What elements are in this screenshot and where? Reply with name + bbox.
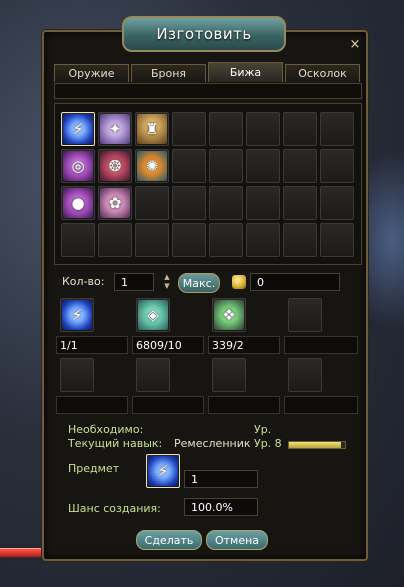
skill-progress-fill [289, 442, 341, 448]
spin-down-icon[interactable]: ▼ [162, 282, 172, 291]
recipe-slot[interactable] [320, 149, 354, 183]
recipe-slot[interactable] [209, 149, 243, 183]
material-count: 339/2 [208, 336, 280, 354]
material-count [284, 336, 358, 354]
recipe-slot[interactable]: ♜ [135, 112, 169, 146]
max-button[interactable]: Макс. [178, 273, 220, 293]
subcategory-strip [54, 83, 362, 99]
recipe-slot[interactable] [246, 186, 280, 220]
category-tabs: Оружие Броня Бижа Осколок [54, 62, 360, 82]
material-count: 6809/10 [132, 336, 204, 354]
recipe-grid: ⚡ ✦ ♜ ◎ ❂ ✺ ● ✿ [61, 112, 354, 257]
tab-jewelry[interactable]: Бижа [208, 62, 283, 82]
recipe-slot[interactable] [320, 223, 354, 257]
gold-coins-icon [232, 275, 246, 289]
chance-value: 100.0% [184, 498, 258, 516]
chance-label: Шанс создания: [68, 502, 161, 515]
lavender-necklace-icon: ✦ [100, 114, 130, 144]
recipe-slot[interactable] [209, 186, 243, 220]
quantity-stepper[interactable]: ▲ ▼ [162, 273, 172, 291]
tab-shard[interactable]: Осколок [285, 64, 360, 82]
orange-amulet-icon: ✺ [137, 151, 167, 181]
recipe-slot[interactable] [61, 223, 95, 257]
recipe-grid-panel: ⚡ ✦ ♜ ◎ ❂ ✺ ● ✿ [54, 103, 362, 265]
required-label: Необходимо: [68, 423, 144, 436]
material-count [56, 396, 128, 414]
quantity-row: Кол-во: 1 ▲ ▼ Макс. 0 [54, 268, 360, 298]
material-slot[interactable] [136, 358, 170, 392]
tab-weapon[interactable]: Оружие [54, 64, 129, 82]
close-icon[interactable]: × [348, 38, 362, 52]
recipe-slot[interactable] [283, 223, 317, 257]
gold-cost-field: 0 [250, 273, 340, 291]
recipe-slot[interactable] [172, 149, 206, 183]
tab-armor[interactable]: Броня [131, 64, 206, 82]
recipe-slot[interactable] [98, 223, 132, 257]
gold-pedestal-icon: ♜ [137, 114, 167, 144]
result-item-slot[interactable]: ⚡ [146, 454, 180, 488]
recipe-slot[interactable]: ⚡ [61, 112, 95, 146]
spin-up-icon[interactable]: ▲ [162, 273, 172, 282]
material-slot[interactable] [60, 358, 94, 392]
recipe-slot[interactable] [283, 112, 317, 146]
recipe-slot[interactable] [283, 186, 317, 220]
recipe-slot[interactable] [283, 149, 317, 183]
skill-name: Ремесленник [174, 437, 251, 450]
material-slot[interactable] [288, 358, 322, 392]
window-title: Изготовить [122, 16, 286, 52]
recipe-slot[interactable]: ● [61, 186, 95, 220]
blue-lightning-icon: ⚡ [63, 114, 93, 144]
blue-lightning-icon: ⚡ [148, 456, 178, 486]
recipe-slot[interactable]: ❂ [98, 149, 132, 183]
result-qty-field: 1 [184, 470, 258, 488]
materials-count-row-2 [54, 396, 360, 416]
action-buttons: Сделать Отмена [54, 527, 360, 551]
quantity-input[interactable]: 1 [114, 273, 154, 291]
material-slot[interactable]: ◈ [136, 298, 170, 332]
current-skill-label: Текущий навык: [68, 437, 163, 450]
recipe-slot[interactable] [172, 186, 206, 220]
recipe-slot[interactable] [246, 223, 280, 257]
recipe-slot[interactable]: ◎ [61, 149, 95, 183]
materials-row-2 [54, 358, 360, 396]
recipe-slot[interactable] [320, 186, 354, 220]
material-count [208, 396, 280, 414]
item-label: Предмет [68, 462, 120, 475]
purple-orb-icon: ● [63, 188, 93, 218]
recipe-slot[interactable]: ✦ [98, 112, 132, 146]
red-ring-icon: ❂ [100, 151, 130, 181]
recipe-slot[interactable] [172, 223, 206, 257]
material-slot[interactable] [212, 358, 246, 392]
materials-count-row: 1/1 6809/10 339/2 [54, 336, 360, 356]
recipe-slot[interactable]: ✺ [135, 149, 169, 183]
material-slot[interactable]: ⚡ [60, 298, 94, 332]
cancel-button[interactable]: Отмена [206, 530, 268, 550]
green-gem-icon: ❖ [214, 300, 244, 330]
quantity-label: Кол-во: [62, 275, 105, 288]
blue-lightning-icon: ⚡ [62, 300, 92, 330]
material-slot[interactable] [288, 298, 322, 332]
recipe-slot[interactable]: ✿ [98, 186, 132, 220]
pink-bracelet-icon: ✿ [100, 188, 130, 218]
recipe-slot[interactable] [246, 112, 280, 146]
recipe-slot[interactable] [172, 112, 206, 146]
recipe-slot[interactable] [246, 149, 280, 183]
skill-progress-bar [288, 441, 346, 449]
material-count [132, 396, 204, 414]
recipe-slot[interactable] [320, 112, 354, 146]
recipe-slot[interactable] [209, 112, 243, 146]
recipe-slot[interactable] [135, 186, 169, 220]
recipe-slot[interactable] [209, 223, 243, 257]
recipe-slot[interactable] [135, 223, 169, 257]
teal-crystal-icon: ◈ [138, 300, 168, 330]
material-count: 1/1 [56, 336, 128, 354]
required-level-label: Ур. [254, 423, 272, 436]
skill-level: Ур. 8 [254, 437, 282, 450]
purple-ring-icon: ◎ [63, 151, 93, 181]
material-slot[interactable]: ❖ [212, 298, 246, 332]
make-button[interactable]: Сделать [136, 530, 202, 550]
materials-row: ⚡ ◈ ❖ [54, 298, 360, 336]
material-count [284, 396, 358, 414]
